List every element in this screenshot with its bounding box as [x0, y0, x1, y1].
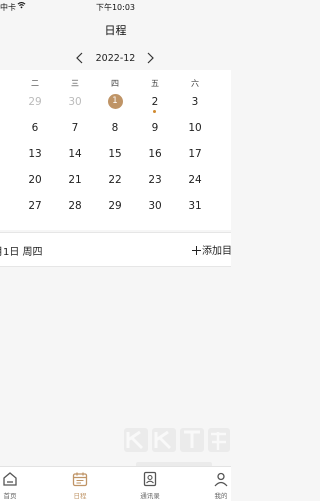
calendar-day[interactable]: 30	[64, 91, 86, 113]
calendar-day[interactable]	[0, 91, 11, 113]
tab-label: 我的	[214, 492, 228, 500]
calendar-day[interactable]: 31	[184, 195, 206, 217]
calendar-day[interactable]: 10	[184, 117, 206, 139]
day-number: 10	[188, 122, 202, 134]
weekday-label: 二	[31, 79, 39, 88]
calendar-day[interactable]: 9	[144, 117, 166, 139]
tab-label: 首页	[3, 492, 17, 500]
day-number: 29	[108, 200, 122, 212]
tab-label: 日程	[73, 492, 87, 500]
calendar-day[interactable]: 14	[64, 143, 86, 165]
status-bar: 中卡 下午10:03	[0, 0, 231, 14]
tab-schedule[interactable]: 日程	[60, 467, 100, 501]
tab-contacts[interactable]: 通讯录	[130, 467, 170, 501]
weekday-header: 二三四五六	[0, 78, 231, 92]
day-number: 2	[151, 96, 159, 108]
day-number: 30	[148, 200, 162, 212]
page-title: 日程	[104, 24, 127, 37]
day-number: 9	[151, 122, 159, 134]
calendar-day[interactable]: 29	[104, 195, 126, 217]
weekday-label: 四	[111, 79, 119, 88]
calendar-day[interactable]: 8	[104, 117, 126, 139]
contacts-icon	[143, 471, 157, 487]
day-number: 6	[31, 122, 39, 134]
calendar-icon	[72, 472, 88, 487]
calendar-day[interactable]: 3	[184, 91, 206, 113]
day-number: 27	[28, 200, 42, 212]
bottom-tab-bar: 首页 日程 通讯录 我的	[0, 466, 231, 501]
calendar-day[interactable]: 28	[64, 195, 86, 217]
day-number: 28	[68, 200, 82, 212]
day-number: 31	[188, 200, 202, 212]
event-dot	[153, 110, 156, 113]
calendar-day[interactable]: 22	[104, 169, 126, 191]
day-number: 17	[188, 148, 202, 160]
calendar-day[interactable]: 23	[144, 169, 166, 191]
calendar-day[interactable]	[0, 117, 11, 139]
calendar-day[interactable]: 24	[184, 169, 206, 191]
profile-icon	[214, 472, 228, 487]
weekday-label: 五	[151, 79, 159, 88]
day-number: 14	[68, 148, 82, 160]
calendar-day[interactable]: 16	[144, 143, 166, 165]
add-event-label: 添加目	[202, 246, 232, 257]
tab-home[interactable]: 首页	[0, 467, 30, 501]
status-time: 下午10:03	[95, 3, 136, 12]
plus-icon	[192, 246, 201, 255]
calendar-day[interactable]: 29	[24, 91, 46, 113]
calendar-day[interactable]: 7	[64, 117, 86, 139]
weekday-label: 六	[191, 79, 199, 88]
selected-date-label: 月1日 周四	[0, 247, 43, 258]
calendar-day[interactable]: 27	[24, 195, 46, 217]
day-number: 30	[68, 96, 82, 108]
calendar-day[interactable]: 15	[104, 143, 126, 165]
day-number: 21	[68, 174, 82, 186]
day-number: 23	[148, 174, 162, 186]
calendar-day[interactable]: 20	[24, 169, 46, 191]
selected-day-bar: 月1日 周四 添加目	[0, 232, 232, 267]
tab-label: 通讯录	[140, 492, 160, 500]
day-number: 24	[188, 174, 202, 186]
tab-profile[interactable]: 我的	[201, 467, 241, 501]
day-number: 7	[71, 122, 79, 134]
calendar-day[interactable]: 2	[144, 91, 166, 113]
calendar-grid: 二三四五六 29 30 1 2 3 6 7 8 9 10 13 14 15 16 17 20 21 22 23 24 2…	[0, 70, 231, 230]
day-number: 13	[28, 148, 42, 160]
day-number: 29	[28, 96, 42, 108]
home-icon	[3, 472, 17, 486]
day-number: 8	[111, 122, 119, 134]
day-number: 3	[191, 96, 199, 108]
weekday-label: 三	[71, 79, 79, 88]
calendar-day[interactable]	[0, 169, 11, 191]
calendar-day[interactable]	[0, 143, 11, 165]
calendar-day[interactable]: 21	[64, 169, 86, 191]
calendar-day[interactable]: 13	[24, 143, 46, 165]
calendar-day-selected[interactable]: 1	[104, 91, 126, 113]
month-label: 2022-12	[95, 53, 136, 64]
page-header: 日程	[0, 14, 231, 42]
day-number: 20	[28, 174, 42, 186]
calendar-day[interactable]	[0, 195, 11, 217]
chevron-right-icon[interactable]	[142, 50, 158, 66]
month-navigator: 2022-12	[0, 48, 231, 68]
calendar-day[interactable]: 17	[184, 143, 206, 165]
calendar-day[interactable]: 6	[24, 117, 46, 139]
day-number: 15	[108, 148, 122, 160]
calendar-day[interactable]: 30	[144, 195, 166, 217]
day-number: 1	[107, 93, 123, 109]
add-event-button[interactable]: 添加目	[192, 242, 232, 257]
day-number: 22	[108, 174, 122, 186]
day-number: 16	[148, 148, 162, 160]
